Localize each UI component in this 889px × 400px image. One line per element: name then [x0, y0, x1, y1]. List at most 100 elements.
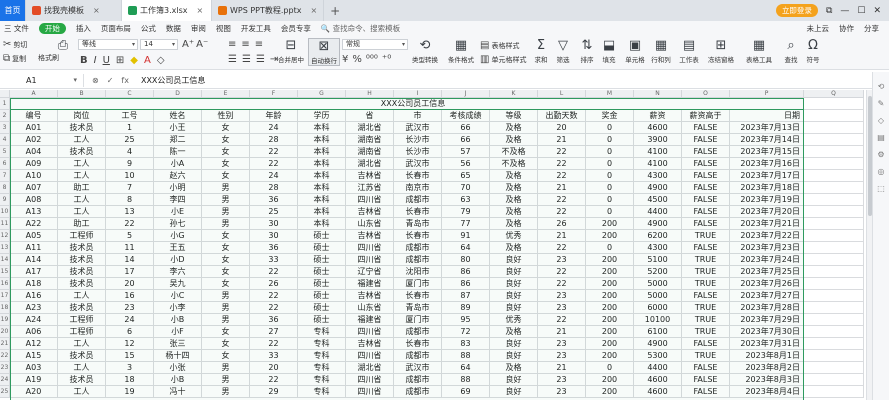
table-cell[interactable]: A01 — [10, 122, 58, 134]
table-cell[interactable]: 89 — [442, 302, 490, 314]
table-cell[interactable]: 工人 — [58, 206, 106, 218]
table-cell[interactable]: 91 — [442, 230, 490, 242]
menu-item-6[interactable]: 开发工具 — [241, 23, 271, 34]
table-cell[interactable]: 李六 — [154, 266, 202, 278]
column-header[interactable]: G — [298, 90, 346, 98]
empty-cell[interactable] — [804, 98, 864, 110]
table-cell[interactable]: 男 — [202, 314, 250, 326]
table-cell[interactable]: 技术员 — [58, 122, 106, 134]
table-cell[interactable]: 4600 — [634, 386, 682, 398]
table-cell[interactable]: 200 — [586, 326, 634, 338]
table-cell[interactable]: 工人 — [58, 362, 106, 374]
table-cell[interactable]: 4500 — [634, 194, 682, 206]
column-header[interactable]: E — [202, 90, 250, 98]
table-cell[interactable]: 57 — [442, 146, 490, 158]
table-cell[interactable]: 成都市 — [394, 386, 442, 398]
table-cell[interactable]: A20 — [10, 386, 58, 398]
table-cell[interactable]: 88 — [442, 374, 490, 386]
table-cell[interactable]: 技术员 — [58, 242, 106, 254]
wrap-text-button[interactable]: ⊠ 自动换行 — [308, 38, 340, 66]
table-cell[interactable]: FALSE — [682, 362, 730, 374]
column-header[interactable]: J — [442, 90, 490, 98]
table-cell[interactable]: 95 — [442, 314, 490, 326]
table-cell[interactable]: 厦门市 — [394, 278, 442, 290]
table-cell[interactable]: 25 — [250, 206, 298, 218]
header-cell[interactable]: 学历 — [298, 110, 346, 122]
table-cell[interactable]: 88 — [442, 350, 490, 362]
column-header[interactable]: O — [682, 90, 730, 98]
header-cell[interactable]: 考核成绩 — [442, 110, 490, 122]
table-cell[interactable]: 4600 — [634, 374, 682, 386]
table-cell[interactable]: 小B — [154, 314, 202, 326]
table-cell[interactable]: 2023年8月2日 — [730, 362, 804, 374]
header-cell[interactable]: 日期 — [730, 110, 804, 122]
row-header[interactable]: 5 — [0, 146, 10, 158]
table-cell[interactable]: TRUE — [682, 230, 730, 242]
table-cell[interactable]: 吉林省 — [346, 170, 394, 182]
table-cell[interactable]: 36 — [250, 242, 298, 254]
table-cell[interactable]: 及格 — [490, 362, 538, 374]
table-cell[interactable]: 男 — [202, 302, 250, 314]
tab-1[interactable]: 找我壳模板 × — [26, 0, 122, 21]
table-cell[interactable]: 硕士 — [298, 266, 346, 278]
table-cell[interactable]: 专科 — [298, 386, 346, 398]
table-cell[interactable]: 70 — [442, 182, 490, 194]
table-cell[interactable]: 福建省 — [346, 278, 394, 290]
table-cell[interactable]: A12 — [10, 338, 58, 350]
row-header[interactable]: 2 — [0, 110, 10, 122]
table-cell[interactable]: 2023年7月14日 — [730, 134, 804, 146]
table-cell[interactable]: 2023年7月23日 — [730, 242, 804, 254]
table-cell[interactable]: 工人 — [58, 290, 106, 302]
table-cell[interactable]: 4600 — [634, 122, 682, 134]
table-cell[interactable]: 男 — [202, 362, 250, 374]
merge-center-button[interactable]: ⊟ 合并居中 — [276, 38, 306, 64]
table-cell[interactable]: 及格 — [490, 206, 538, 218]
empty-cell[interactable] — [804, 182, 864, 194]
table-cell[interactable]: FALSE — [682, 242, 730, 254]
table-cell[interactable]: 5000 — [634, 290, 682, 302]
table-cell[interactable]: A23 — [10, 302, 58, 314]
table-cell[interactable]: 陈一 — [154, 146, 202, 158]
table-cell[interactable]: 33 — [250, 254, 298, 266]
table-cell[interactable]: FALSE — [682, 290, 730, 302]
table-cell[interactable]: 20 — [250, 362, 298, 374]
table-cell[interactable]: 21 — [538, 362, 586, 374]
freeze-button[interactable]: ⊞ 冻结窗格 — [706, 38, 736, 64]
table-cell[interactable]: 14 — [106, 254, 154, 266]
table-cell[interactable]: 26 — [250, 278, 298, 290]
table-cell[interactable]: 男 — [202, 206, 250, 218]
table-cell[interactable]: 0 — [586, 242, 634, 254]
menu-item-3[interactable]: 数据 — [166, 23, 181, 34]
menu-item-4[interactable]: 审阅 — [191, 23, 206, 34]
table-cell[interactable]: 湖北省 — [346, 362, 394, 374]
row-header[interactable]: 11 — [0, 218, 10, 230]
menu-start[interactable]: 开始 — [38, 23, 66, 34]
table-cell[interactable]: 小D — [154, 254, 202, 266]
table-cell[interactable]: 及格 — [490, 122, 538, 134]
table-cell[interactable]: 武汉市 — [394, 122, 442, 134]
table-cell[interactable]: 硕士 — [298, 278, 346, 290]
table-cell[interactable]: 23 — [538, 290, 586, 302]
table-cell[interactable]: 小明 — [154, 182, 202, 194]
row-header[interactable]: 20 — [0, 326, 10, 338]
table-cell[interactable]: 四川省 — [346, 194, 394, 206]
table-cell[interactable]: A05 — [10, 230, 58, 242]
table-cell[interactable]: 22 — [250, 290, 298, 302]
table-cell[interactable]: 10 — [106, 170, 154, 182]
empty-cell[interactable] — [804, 326, 864, 338]
table-cell[interactable]: 24 — [106, 314, 154, 326]
menu-item-7[interactable]: 会员专享 — [281, 23, 311, 34]
table-cell[interactable]: 工程师 — [58, 230, 106, 242]
table-cell[interactable]: 6200 — [634, 230, 682, 242]
table-cell[interactable]: 本科 — [298, 146, 346, 158]
table-cell[interactable]: 22 — [538, 266, 586, 278]
table-cell[interactable]: 杨十四 — [154, 350, 202, 362]
row-header[interactable]: 7 — [0, 170, 10, 182]
table-cell[interactable]: 及格 — [490, 242, 538, 254]
table-cell[interactable]: 小G — [154, 230, 202, 242]
table-cell[interactable]: 65 — [442, 170, 490, 182]
table-cell[interactable]: 23 — [538, 350, 586, 362]
table-cell[interactable]: 吉林省 — [346, 206, 394, 218]
table-cell[interactable]: 技术员 — [58, 350, 106, 362]
table-cell[interactable]: 2023年7月28日 — [730, 302, 804, 314]
